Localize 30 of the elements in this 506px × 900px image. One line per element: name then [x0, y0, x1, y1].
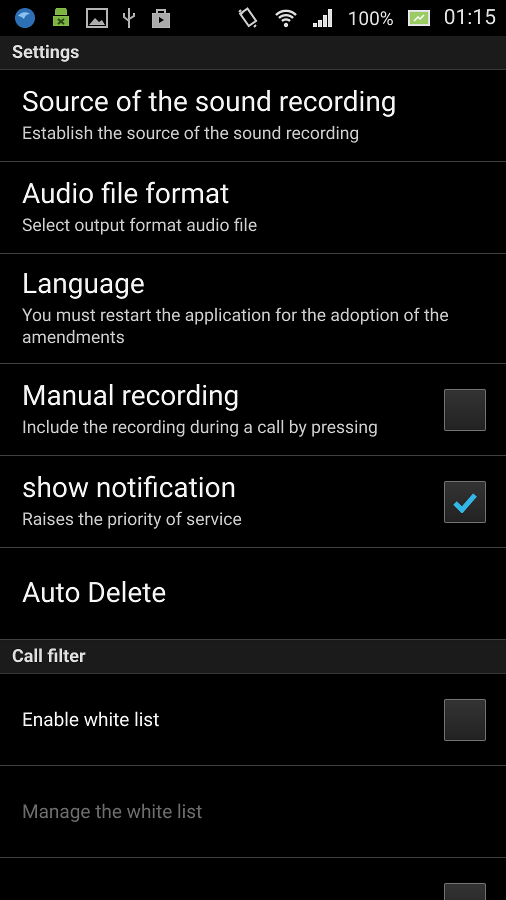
battery-percent: 100% [348, 6, 394, 30]
setting-title: Language [22, 268, 146, 301]
battery-icon [408, 10, 430, 26]
setting-title: Auto Delete [22, 577, 168, 610]
setting-title: Manual recording [22, 380, 240, 413]
setting-title: Enable white list [22, 708, 160, 730]
setting-title: Source of the sound recording [22, 86, 398, 119]
android-icon [50, 8, 72, 28]
usb-icon [122, 7, 136, 29]
setting-title: show notification [22, 472, 238, 505]
setting-summary: Include the recording during a call by pressing [22, 416, 379, 439]
image-icon [86, 8, 108, 28]
setting-title: Audio file format [22, 178, 230, 211]
setting-summary: Select output format audio file [22, 214, 258, 237]
setting-summary: Establish the source of the sound recording [22, 122, 360, 145]
setting-title: Manage the white list [22, 800, 204, 822]
vibrate-icon [236, 6, 260, 30]
checkmark-icon [452, 490, 478, 512]
checkbox[interactable] [444, 698, 486, 740]
setting-summary: You must restart the application for the adoption of the amendments [22, 304, 450, 349]
section-header: Call filter [12, 646, 86, 667]
setting-summary: Raises the priority of service [22, 508, 243, 531]
checkbox[interactable] [444, 388, 486, 430]
wifi-icon [274, 8, 298, 28]
checkbox[interactable] [444, 480, 486, 522]
clock-time: 01:15 [444, 6, 496, 30]
signal-icon [312, 8, 334, 28]
section-header: Settings [12, 42, 80, 63]
globe-icon [14, 7, 36, 29]
store-icon [150, 7, 172, 29]
